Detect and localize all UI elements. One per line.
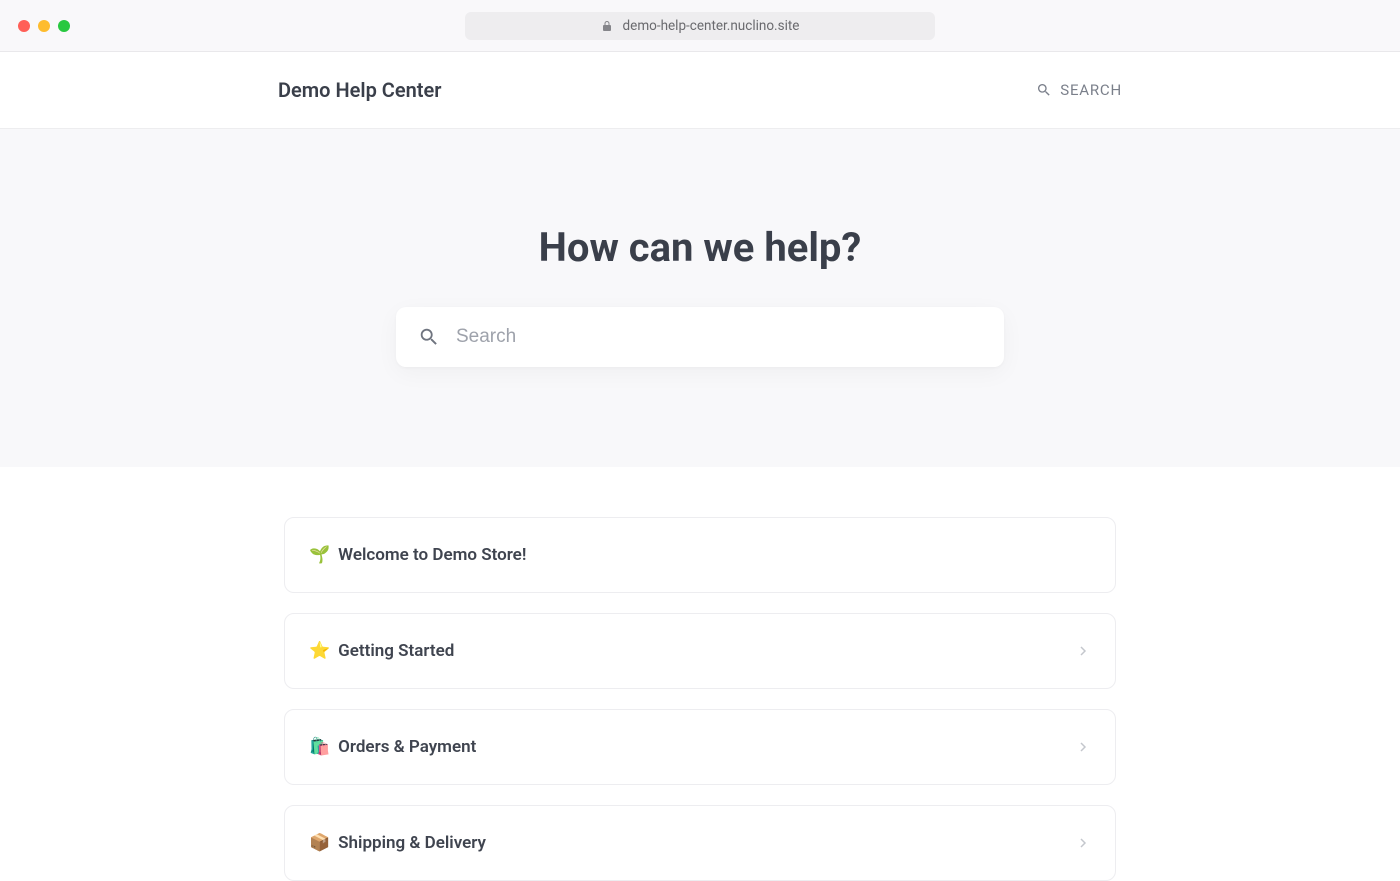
chevron-right-icon — [1075, 835, 1091, 851]
package-icon: 📦 — [309, 835, 330, 852]
lock-icon — [601, 20, 613, 32]
category-list: 🌱 Welcome to Demo Store! ⭐ Getting Start… — [0, 467, 1400, 881]
category-welcome[interactable]: 🌱 Welcome to Demo Store! — [284, 517, 1116, 593]
category-label: Getting Started — [338, 641, 454, 661]
url-text: demo-help-center.nuclino.site — [623, 18, 800, 34]
header-search-button[interactable]: SEARCH — [1036, 81, 1122, 99]
hero-section: How can we help? — [0, 129, 1400, 467]
category-label: Shipping & Delivery — [338, 833, 486, 853]
site-header: Demo Help Center SEARCH — [0, 52, 1400, 129]
url-bar[interactable]: demo-help-center.nuclino.site — [465, 12, 935, 40]
category-orders-payment[interactable]: 🛍️ Orders & Payment — [284, 709, 1116, 785]
window-controls — [18, 20, 70, 32]
hero-search-box[interactable] — [396, 307, 1004, 367]
chevron-right-icon — [1075, 739, 1091, 755]
category-shipping-delivery[interactable]: 📦 Shipping & Delivery — [284, 805, 1116, 881]
star-icon: ⭐ — [309, 643, 330, 660]
header-search-label: SEARCH — [1060, 81, 1122, 99]
hero-title: How can we help? — [539, 224, 862, 271]
browser-chrome: demo-help-center.nuclino.site — [0, 0, 1400, 52]
category-label: Welcome to Demo Store! — [338, 545, 526, 565]
search-input[interactable] — [456, 326, 982, 348]
seedling-icon: 🌱 — [309, 547, 330, 564]
maximize-window-button[interactable] — [58, 20, 70, 32]
close-window-button[interactable] — [18, 20, 30, 32]
category-getting-started[interactable]: ⭐ Getting Started — [284, 613, 1116, 689]
shopping-bags-icon: 🛍️ — [309, 739, 330, 756]
site-title[interactable]: Demo Help Center — [278, 78, 441, 102]
minimize-window-button[interactable] — [38, 20, 50, 32]
chevron-right-icon — [1075, 643, 1091, 659]
category-label: Orders & Payment — [338, 737, 476, 757]
search-icon — [418, 326, 440, 348]
search-icon — [1036, 82, 1052, 98]
